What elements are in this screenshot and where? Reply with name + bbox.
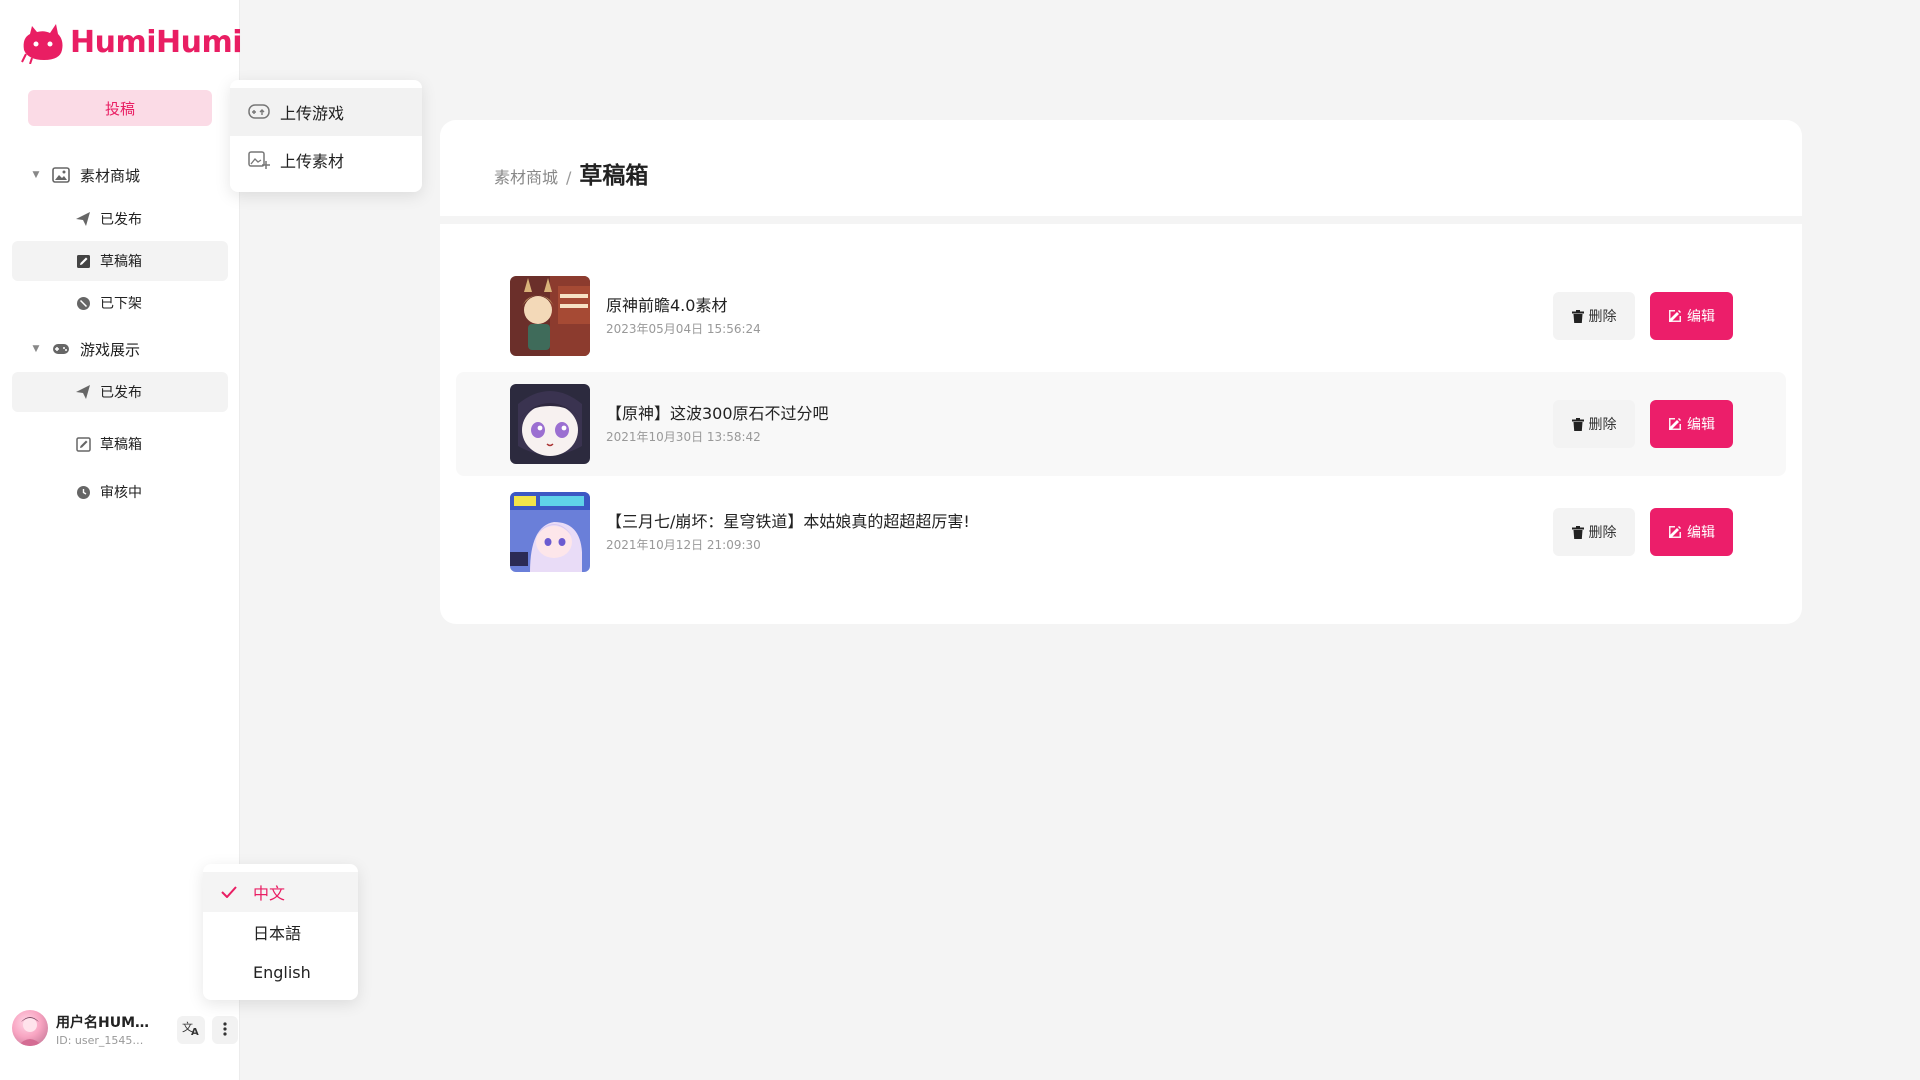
edit-label: 编辑 [1687,417,1715,433]
breadcrumb: 素材商城 / 草稿箱 [494,156,648,190]
thumbnail-image [510,492,590,572]
sidebar-item-asset-unlisted[interactable]: 已下架 [12,283,228,323]
language-option-label: 中文 [253,884,286,903]
sidebar-item-game-drafts[interactable]: 草稿箱 [12,424,228,464]
list-item[interactable]: 【原神】这波300原石不过分吧 2021年10月30日 13:58:42 删除 … [456,372,1786,476]
sidebar-item-asset-drafts[interactable]: 草稿箱 [12,241,228,281]
upload-game-option[interactable]: 上传游戏 [230,88,422,136]
upload-menu: 上传游戏 上传素材 [230,80,422,192]
image-gallery-icon [50,164,72,186]
sidebar-item-label: 审核中 [100,485,142,501]
draft-title: 原神前瞻4.0素材 [606,296,728,315]
edit-label: 编辑 [1687,525,1715,541]
sidebar-item-label: 已发布 [100,385,142,401]
username: 用户名HUM… [56,1015,150,1031]
delete-button[interactable]: 删除 [1553,400,1635,448]
draft-title: 【原神】这波300原石不过分吧 [606,404,829,423]
svg-text:A: A [191,1027,199,1036]
sidebar-item-asset-published[interactable]: 已发布 [12,199,228,239]
user-profile: 用户名HUM… ID: user_1545… 文A [12,1008,238,1052]
trash-icon [1571,525,1584,539]
edit-button[interactable]: 编辑 [1650,292,1733,340]
more-options-button[interactable] [212,1016,238,1044]
sidebar-section-label: 游戏展示 [80,340,141,359]
draft-list: 原神前瞻4.0素材 2023年05月04日 15:56:24 删除 编辑 【原神… [440,224,1802,624]
draft-date: 2021年10月30日 13:58:42 [606,430,761,444]
edit-button[interactable]: 编辑 [1650,508,1733,556]
sidebar-item-game-published[interactable]: 已发布 [12,372,228,412]
breadcrumb-parent[interactable]: 素材商城 [494,164,558,188]
trash-icon [1571,417,1584,431]
trash-icon [1571,309,1584,323]
page-header: 素材商城 / 草稿箱 [440,120,1802,216]
edit-button[interactable]: 编辑 [1650,400,1733,448]
draft-edit-icon [74,435,92,453]
clock-icon [74,483,92,501]
avatar[interactable] [12,1010,48,1046]
delete-label: 删除 [1588,309,1617,325]
list-item[interactable]: 原神前瞻4.0素材 2023年05月04日 15:56:24 删除 编辑 [456,264,1786,368]
draft-title: 【三月七/崩坏：星穹铁道】本姑娘真的超超超厉害! [606,512,970,531]
page-title: 草稿箱 [579,163,649,189]
delete-label: 删除 [1588,525,1617,541]
thumbnail-image [510,384,590,464]
language-option-chinese[interactable]: 中文 [203,872,358,912]
user-id: ID: user_1545… [56,1034,144,1047]
edit-icon [1668,417,1682,431]
caret-down-icon: ▼ [32,344,40,354]
upload-asset-option[interactable]: 上传素材 [230,136,422,184]
checkmark-icon [221,886,243,898]
list-item[interactable]: 【三月七/崩坏：星穹铁道】本姑娘真的超超超厉害! 2021年10月12日 21:… [456,480,1786,584]
gamepad-icon [50,338,72,360]
language-option-label: English [253,962,311,982]
draft-date: 2021年10月12日 21:09:30 [606,538,761,552]
paper-plane-icon [74,383,92,401]
language-button[interactable]: 文A [177,1016,205,1044]
sidebar-item-label: 草稿箱 [100,437,142,453]
sidebar-section-game-showcase[interactable]: ▼ 游戏展示 [12,330,228,368]
logo-mascot-icon [21,24,63,64]
sidebar-section-label: 素材商城 [80,166,141,185]
logo[interactable]: HumiHumi [20,20,243,64]
edit-icon [1668,309,1682,323]
upload-image-icon [248,149,270,171]
language-menu: 中文 日本語 English [203,864,358,1000]
draft-date: 2023年05月04日 15:56:24 [606,322,761,336]
thumbnail-image [510,276,590,356]
upload-game-icon [248,101,270,123]
breadcrumb-separator: / [566,168,572,187]
upload-game-label: 上传游戏 [280,104,345,123]
language-option-japanese[interactable]: 日本語 [203,912,358,952]
sidebar-section-asset-store[interactable]: ▼ 素材商城 [12,156,228,194]
logo-text: HumiHumi [70,24,243,60]
sidebar-item-game-in-review[interactable]: 审核中 [12,472,228,512]
edit-icon [1668,525,1682,539]
caret-down-icon: ▼ [32,170,40,180]
language-option-label: 日本語 [253,924,302,943]
sidebar-item-label: 草稿箱 [100,254,142,270]
paper-plane-icon [74,210,92,228]
sidebar-item-label: 已下架 [100,296,142,312]
sidebar-item-label: 已发布 [100,212,142,228]
delete-label: 删除 [1588,417,1617,433]
edit-label: 编辑 [1687,309,1715,325]
upload-asset-label: 上传素材 [280,152,345,171]
language-option-english[interactable]: English [203,952,358,992]
translate-icon: 文A [182,1020,200,1040]
unavailable-icon [74,294,92,312]
delete-button[interactable]: 删除 [1553,508,1635,556]
delete-button[interactable]: 删除 [1553,292,1635,340]
submit-button[interactable]: 投稿 [28,90,212,126]
vertical-dots-icon [223,1021,227,1040]
draft-edit-icon [74,252,92,270]
